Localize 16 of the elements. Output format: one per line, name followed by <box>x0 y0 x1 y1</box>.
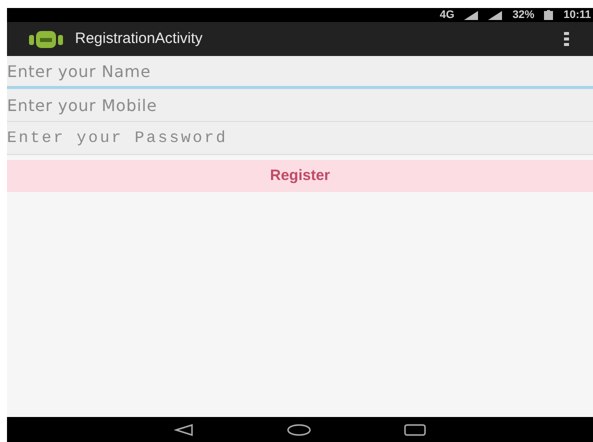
clock: 10:11 <box>563 10 591 20</box>
input-field[interactable]: Enter your Mobile <box>7 89 593 122</box>
recents-icon[interactable] <box>404 424 426 436</box>
input-field[interactable]: Enter your Name <box>7 56 593 89</box>
register-button[interactable]: Register <box>7 160 593 192</box>
battery-level: 32% <box>512 10 534 20</box>
signal-icon <box>464 10 478 20</box>
app-title: RegistrationActivity <box>75 28 203 49</box>
android-icon <box>29 29 63 49</box>
network-label: 4G <box>440 10 454 20</box>
home-icon[interactable] <box>286 424 311 436</box>
back-icon[interactable] <box>174 424 194 436</box>
input-field[interactable]: Enter your Password <box>7 122 593 155</box>
signal-icon <box>488 10 502 20</box>
battery-icon <box>544 10 554 20</box>
overflow-menu-icon[interactable] <box>564 32 569 46</box>
